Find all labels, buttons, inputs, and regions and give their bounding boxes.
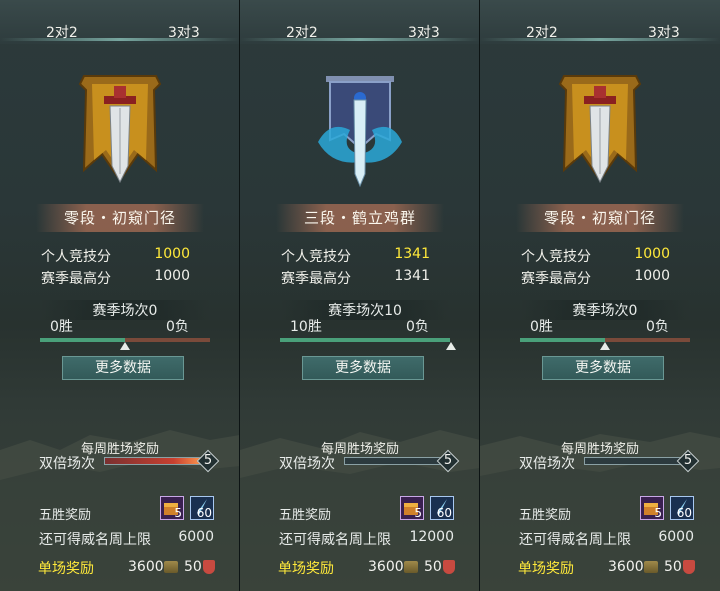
- double-count-badge: 5: [676, 449, 700, 473]
- coin-icon: [164, 561, 178, 573]
- weekly-cap-label: 还可得威名周上限: [279, 532, 391, 548]
- tab-3v3[interactable]: 3对3: [168, 22, 200, 42]
- double-progress: [344, 457, 444, 465]
- single-reward-label: 单场奖励: [518, 561, 574, 577]
- double-count-badge: 5: [436, 449, 460, 473]
- season-high-value: 1341: [394, 268, 430, 284]
- personal-score-value: 1000: [154, 246, 190, 262]
- personal-score-value: 1341: [394, 246, 430, 262]
- arena-panels: 2对2 3对3 零段・初窥门径 个人竞技分 1000 赛季最高分 1000 赛季…: [0, 0, 720, 591]
- win-loss-marker-icon: [600, 342, 610, 350]
- coin-value: 3600: [128, 559, 164, 575]
- rank-emblem-gold-icon: [78, 75, 162, 184]
- personal-score-value: 1000: [634, 246, 670, 262]
- rank-emblem-gold-icon: [558, 75, 642, 184]
- personal-score-label: 个人竞技分: [521, 249, 591, 265]
- personal-score-label: 个人竞技分: [41, 249, 111, 265]
- wins-count: 0胜: [50, 319, 73, 335]
- double-progress: [104, 457, 204, 465]
- personal-score-label: 个人竞技分: [281, 249, 351, 265]
- rank-title: 三段・鹤立鸡群: [276, 204, 444, 232]
- win-loss-marker-icon: [120, 342, 130, 350]
- arena-panel-2: 2对2 3对3 三段・鹤立鸡群 个人竞技分 1341 赛季最高分 1341 赛季…: [240, 0, 480, 591]
- shield-value: 50: [664, 559, 682, 575]
- shield-icon: [203, 560, 215, 574]
- weekly-cap-value: 12000: [409, 529, 454, 545]
- season-high-label: 赛季最高分: [41, 271, 111, 287]
- weekly-cap-value: 6000: [178, 529, 214, 545]
- single-reward-label: 单场奖励: [278, 561, 334, 577]
- more-data-button[interactable]: 更多数据: [302, 356, 424, 380]
- reward-feather-icon[interactable]: 60: [190, 496, 214, 520]
- wins-count: 10胜: [290, 319, 322, 335]
- double-label: 双倍场次: [519, 456, 575, 472]
- rank-title: 零段・初窥门径: [516, 204, 684, 232]
- tab-2v2[interactable]: 2对2: [286, 22, 318, 42]
- five-win-label: 五胜奖励: [39, 508, 92, 523]
- losses-count: 0负: [406, 319, 429, 335]
- mode-tabs: 2对2 3对3: [240, 0, 479, 44]
- season-high-value: 1000: [154, 268, 190, 284]
- reward-feather-icon[interactable]: 60: [670, 496, 694, 520]
- coin-icon: [644, 561, 658, 573]
- tab-2v2[interactable]: 2对2: [526, 22, 558, 42]
- double-label: 双倍场次: [279, 456, 335, 472]
- arena-panel-3: 2对2 3对3 零段・初窥门径 个人竞技分 1000 赛季最高分 1000 赛季…: [480, 0, 720, 591]
- season-high-label: 赛季最高分: [281, 271, 351, 287]
- weekly-cap-label: 还可得威名周上限: [39, 532, 151, 548]
- rank-emblem-dragon-icon: [318, 76, 402, 188]
- shield-icon: [443, 560, 455, 574]
- shield-value: 50: [184, 559, 202, 575]
- single-reward-label: 单场奖励: [38, 561, 94, 577]
- win-loss-marker-icon: [446, 342, 456, 350]
- coin-value: 3600: [368, 559, 404, 575]
- reward-feather-icon[interactable]: 60: [430, 496, 454, 520]
- season-high-value: 1000: [634, 268, 670, 284]
- losses-count: 0负: [646, 319, 669, 335]
- mode-tabs: 2对2 3对3: [0, 0, 239, 44]
- season-high-label: 赛季最高分: [521, 271, 591, 287]
- tab-3v3[interactable]: 3对3: [408, 22, 440, 42]
- mode-tabs: 2对2 3对3: [480, 0, 720, 44]
- more-data-button[interactable]: 更多数据: [62, 356, 184, 380]
- weekly-cap-label: 还可得威名周上限: [519, 532, 631, 548]
- tab-2v2[interactable]: 2对2: [46, 22, 78, 42]
- double-progress: [584, 457, 684, 465]
- rank-title: 零段・初窥门径: [36, 204, 204, 232]
- coin-icon: [404, 561, 418, 573]
- tab-3v3[interactable]: 3对3: [648, 22, 680, 42]
- arena-panel-1: 2对2 3对3 零段・初窥门径 个人竞技分 1000 赛季最高分 1000 赛季…: [0, 0, 240, 591]
- weekly-cap-value: 6000: [658, 529, 694, 545]
- reward-chest-icon[interactable]: 5: [640, 496, 664, 520]
- reward-chest-icon[interactable]: 5: [160, 496, 184, 520]
- five-win-label: 五胜奖励: [519, 508, 572, 523]
- shield-icon: [683, 560, 695, 574]
- double-label: 双倍场次: [39, 456, 95, 472]
- reward-chest-icon[interactable]: 5: [400, 496, 424, 520]
- coin-value: 3600: [608, 559, 644, 575]
- double-count-badge: 5: [196, 449, 220, 473]
- more-data-button[interactable]: 更多数据: [542, 356, 664, 380]
- wins-count: 0胜: [530, 319, 553, 335]
- win-loss-bar: [280, 338, 450, 342]
- losses-count: 0负: [166, 319, 189, 335]
- five-win-label: 五胜奖励: [279, 508, 332, 523]
- shield-value: 50: [424, 559, 442, 575]
